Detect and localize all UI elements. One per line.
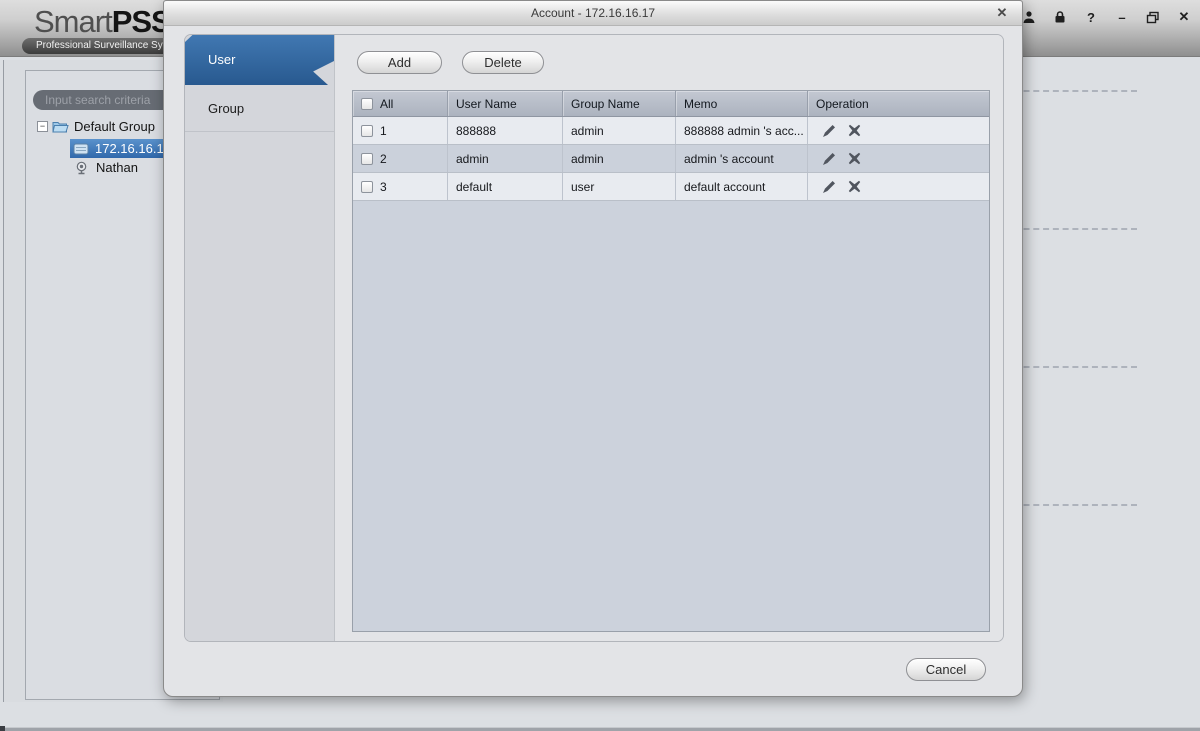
delete-icon[interactable] [848, 124, 861, 137]
tab-group[interactable]: Group [185, 85, 334, 132]
resize-grip[interactable] [0, 726, 5, 731]
cell-operation [808, 145, 989, 172]
table-row[interactable]: 2 admin admin admin 's account [353, 145, 989, 173]
minimize-icon[interactable]: – [1112, 8, 1132, 26]
dialog-body: User Group Add Delete All User Name Grou… [184, 34, 1004, 642]
cancel-button[interactable]: Cancel [906, 658, 986, 681]
cell-memo: admin 's account [676, 145, 808, 172]
edit-icon[interactable] [822, 152, 836, 166]
user-tab-content: Add Delete All User Name Group Name Memo… [335, 35, 1003, 641]
row-checkbox[interactable] [361, 180, 373, 193]
tree-node-label: Nathan [96, 160, 138, 175]
device-icon [73, 142, 90, 156]
table-row[interactable]: 1 888888 admin 888888 admin 's acc... [353, 117, 989, 145]
dialog-close-icon[interactable]: ✕ [992, 4, 1012, 22]
user-table: All User Name Group Name Memo Operation … [352, 90, 990, 632]
tab-user[interactable]: User [185, 35, 334, 85]
header-group-name: Group Name [563, 91, 676, 116]
row-number: 1 [380, 123, 387, 138]
cell-group-name: user [563, 173, 676, 200]
section-divider-dashed [1004, 366, 1137, 368]
window-controls: ? – ✕ [1019, 6, 1194, 28]
app-tagline: Professional Surveillance Syst [22, 38, 185, 54]
row-checkbox[interactable] [361, 124, 373, 137]
dialog-title: Account - 172.16.16.17 [530, 6, 656, 20]
cell-memo: default account [676, 173, 808, 200]
section-divider-dashed [1004, 90, 1137, 92]
cell-memo: 888888 admin 's acc... [676, 117, 808, 144]
cell-operation [808, 117, 989, 144]
row-number: 3 [380, 179, 387, 194]
tree-node-default-group[interactable]: − Default Group [37, 119, 155, 134]
account-dialog: Account - 172.16.16.17 ✕ User Group Add … [163, 0, 1023, 697]
delete-button[interactable]: Delete [462, 51, 544, 74]
restore-icon[interactable] [1143, 8, 1163, 26]
cell-user-name: 888888 [448, 117, 563, 144]
table-header-row: All User Name Group Name Memo Operation [353, 91, 989, 117]
cell-group-name: admin [563, 117, 676, 144]
row-checkbox[interactable] [361, 152, 373, 165]
logo-text-pss: PSS [111, 4, 172, 39]
camera-icon [74, 161, 91, 175]
tree-node-label: Default Group [74, 119, 155, 134]
header-label: All [380, 96, 394, 111]
tree-node-label: 172.16.16.17 [95, 141, 171, 156]
close-window-icon[interactable]: ✕ [1174, 8, 1194, 26]
section-divider-dashed [1004, 228, 1137, 230]
header-user-name: User Name [448, 91, 563, 116]
app-logo: SmartPSS [34, 4, 172, 40]
logo-text-smart: Smart [34, 4, 113, 39]
collapse-expander-icon[interactable]: − [37, 121, 48, 132]
header-all: All [353, 91, 448, 116]
row-number: 2 [380, 151, 387, 166]
cell-user-name: admin [448, 145, 563, 172]
delete-icon[interactable] [848, 152, 861, 165]
table-row[interactable]: 3 default user default account [353, 173, 989, 201]
select-all-checkbox[interactable] [361, 97, 373, 110]
lock-icon[interactable] [1050, 8, 1070, 26]
section-divider-dashed [1004, 504, 1137, 506]
status-bar [0, 727, 1200, 731]
folder-icon [52, 120, 69, 134]
delete-icon[interactable] [848, 180, 861, 193]
add-button[interactable]: Add [357, 51, 442, 74]
cell-user-name: default [448, 173, 563, 200]
cell-operation [808, 173, 989, 200]
header-operation: Operation [808, 91, 989, 116]
dialog-title-bar: Account - 172.16.16.17 ✕ [164, 1, 1022, 26]
dialog-tab-column: User Group [185, 35, 335, 641]
edit-icon[interactable] [822, 124, 836, 138]
tree-node-camera[interactable]: Nathan [74, 160, 138, 175]
edit-icon[interactable] [822, 180, 836, 194]
help-icon[interactable]: ? [1081, 8, 1101, 26]
header-memo: Memo [676, 91, 808, 116]
cell-group-name: admin [563, 145, 676, 172]
